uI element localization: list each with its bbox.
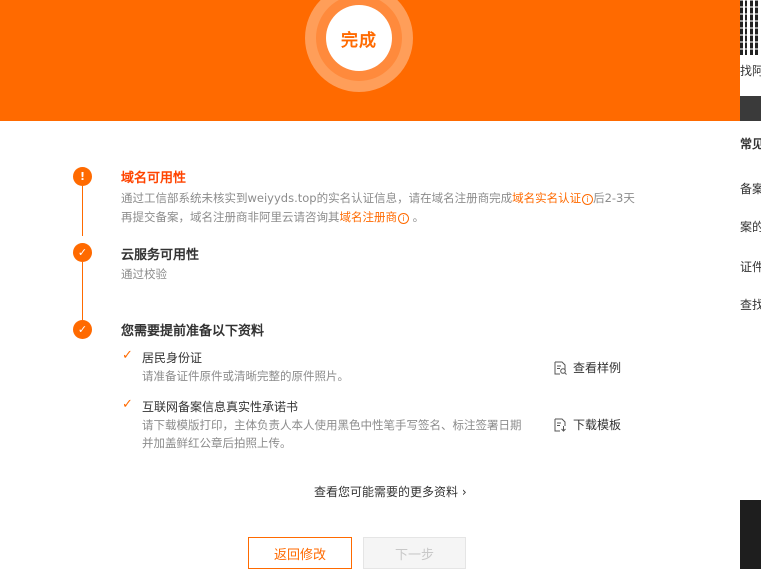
requirement-title: 居民身份证 <box>142 351 203 365</box>
info-small-icon[interactable]: i <box>582 194 594 205</box>
step-title-cloud: 云服务可用性 <box>121 248 200 263</box>
timeline-connector <box>82 186 83 236</box>
domain-realname-link[interactable]: 域名实名认证 <box>512 191 581 205</box>
requirement-desc: 并加盖鲜红公章后拍照上传。 <box>142 436 292 450</box>
qr-code-icon <box>740 0 761 55</box>
check-icon: ✓ <box>73 243 92 262</box>
desc-text: 后2-3天 <box>593 191 635 205</box>
view-sample-button[interactable]: 查看样例 <box>553 359 621 376</box>
background-divider <box>740 96 761 121</box>
more-materials-link[interactable]: 查看您可能需要的更多资料 › <box>314 483 467 500</box>
registrar-link[interactable]: 域名注册商 <box>340 210 398 224</box>
step-desc-cloud: 通过校验 <box>121 267 167 281</box>
back-edit-button[interactable]: 返回修改 <box>248 537 352 569</box>
status-label: 完成 <box>341 30 377 51</box>
status-badge: 完成 <box>326 5 392 71</box>
status-banner: 完成 <box>0 0 740 121</box>
next-step-button[interactable]: 下一步 <box>363 537 466 569</box>
document-download-icon <box>554 418 566 432</box>
background-link[interactable]: 证件 <box>740 258 761 275</box>
step-desc-domain: 通过工信部系统未核实到weiyyds.top的实名认证信息，请在域名注册商完成域… <box>121 189 635 227</box>
timeline-connector <box>82 262 83 320</box>
background-text: 找阿 <box>740 64 761 78</box>
step-title-materials: 您需要提前准备以下资料 <box>121 324 265 339</box>
info-small-icon[interactable]: i <box>398 213 409 224</box>
background-page: 找阿 常见 备案 案的 证件 查找 <box>740 0 761 569</box>
view-sample-label: 查看样例 <box>573 361 622 375</box>
background-footer <box>740 500 761 569</box>
background-heading: 常见 <box>740 137 761 151</box>
step-title-domain: 域名可用性 <box>121 171 187 186</box>
background-link[interactable]: 案的 <box>740 218 761 235</box>
check-mark-icon: ✓ <box>122 348 133 363</box>
background-link[interactable]: 查找 <box>740 296 761 313</box>
requirement-desc: 请准备证件原件或清晰完整的原件照片。 <box>142 369 349 383</box>
download-template-label: 下载模板 <box>573 418 622 432</box>
desc-text: 。 <box>409 210 425 224</box>
background-link[interactable]: 备案 <box>740 180 761 197</box>
download-template-button[interactable]: 下载模板 <box>553 416 621 433</box>
info-icon: ! <box>73 167 92 186</box>
check-mark-icon: ✓ <box>122 397 133 412</box>
requirement-desc: 请下载模版打印，主体负责人本人使用黑色中性笔手写签名、标注签署日期 <box>142 418 522 432</box>
check-icon: ✓ <box>73 320 92 339</box>
desc-text: 通过工信部系统未核实到weiyyds.top的实名认证信息，请在域名注册商完成 <box>121 191 513 205</box>
screen: 找阿 常见 备案 案的 证件 查找 完成 ! 域名可用性 通过工信部系统未核实到… <box>0 0 761 569</box>
desc-text: 再提交备案，域名注册商非阿里云请咨询其 <box>121 210 340 224</box>
requirement-title: 互联网备案信息真实性承诺书 <box>142 400 299 414</box>
document-search-icon <box>554 361 567 375</box>
verification-dialog: 完成 ! 域名可用性 通过工信部系统未核实到weiyyds.top的实名认证信息… <box>0 0 740 569</box>
